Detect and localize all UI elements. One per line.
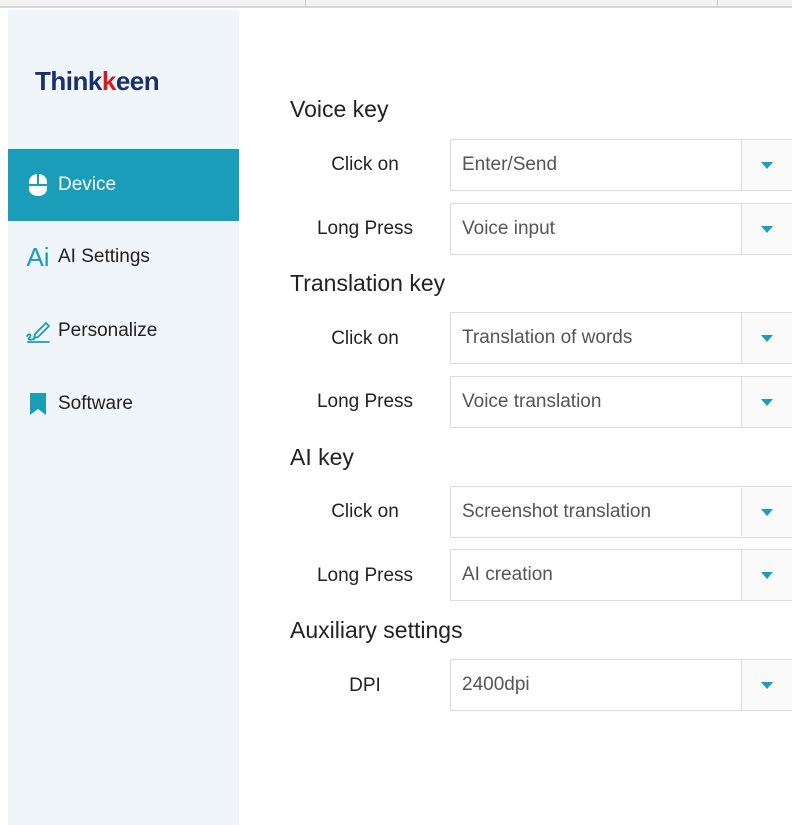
select-value: AI creation bbox=[462, 564, 553, 585]
voice-key-long-press-select[interactable]: Voice input bbox=[450, 203, 792, 255]
select-value: 2400dpi bbox=[462, 674, 530, 695]
sidebar-item-software[interactable]: Software bbox=[8, 368, 239, 440]
section-title-voice-key: Voice key bbox=[290, 96, 389, 122]
translation-key-click-select[interactable]: Translation of words bbox=[450, 312, 792, 364]
sidebar-item-ai-settings[interactable]: Ai AI Settings bbox=[8, 221, 239, 293]
row-label-long-press: Long Press bbox=[316, 391, 414, 412]
top-divider-tick bbox=[717, 0, 718, 8]
dropdown-button[interactable] bbox=[741, 377, 792, 427]
voice-key-click-select[interactable]: Enter/Send bbox=[450, 139, 792, 191]
row-label-click-on: Click on bbox=[331, 501, 399, 522]
caret-down-icon bbox=[761, 162, 773, 169]
row-label-long-press: Long Press bbox=[316, 565, 414, 586]
dropdown-button[interactable] bbox=[741, 487, 792, 537]
mouse-icon bbox=[24, 171, 52, 199]
sidebar-item-label: Personalize bbox=[58, 320, 158, 341]
sidebar-item-personalize[interactable]: Personalize bbox=[8, 295, 239, 367]
row-label-long-press: Long Press bbox=[316, 218, 414, 239]
sidebar-item-label: Device bbox=[58, 174, 117, 195]
bookmark-icon bbox=[24, 390, 52, 418]
caret-down-icon bbox=[761, 572, 773, 579]
row-label-click-on: Click on bbox=[331, 154, 399, 175]
sidebar-item-label: AI Settings bbox=[58, 246, 150, 267]
row-label-dpi: DPI bbox=[349, 675, 381, 696]
window-top-border bbox=[0, 0, 792, 8]
sidebar: Thinkkeen Device Ai AI Settings Personal… bbox=[8, 10, 239, 825]
caret-down-icon bbox=[761, 226, 773, 233]
dpi-select[interactable]: 2400dpi bbox=[450, 659, 792, 711]
select-value: Voice input bbox=[462, 218, 555, 239]
select-value: Screenshot translation bbox=[462, 501, 652, 522]
dropdown-button[interactable] bbox=[741, 660, 792, 710]
top-divider-tick bbox=[305, 0, 306, 8]
section-title-auxiliary-settings: Auxiliary settings bbox=[290, 617, 463, 643]
sidebar-item-device[interactable]: Device bbox=[8, 149, 239, 221]
translation-key-long-press-select[interactable]: Voice translation bbox=[450, 376, 792, 428]
ai-key-click-select[interactable]: Screenshot translation bbox=[450, 486, 792, 538]
caret-down-icon bbox=[761, 399, 773, 406]
select-value: Enter/Send bbox=[462, 154, 558, 175]
dropdown-button[interactable] bbox=[741, 550, 792, 600]
dropdown-button[interactable] bbox=[741, 204, 792, 254]
select-value: Voice translation bbox=[462, 391, 602, 412]
caret-down-icon bbox=[761, 682, 773, 689]
ai-key-long-press-select[interactable]: AI creation bbox=[450, 549, 792, 601]
caret-down-icon bbox=[761, 509, 773, 516]
pen-icon bbox=[24, 317, 52, 345]
dropdown-button[interactable] bbox=[741, 313, 792, 363]
row-label-click-on: Click on bbox=[331, 328, 399, 349]
sidebar-item-label: Software bbox=[58, 393, 133, 414]
section-title-translation-key: Translation key bbox=[290, 270, 446, 296]
ai-icon: Ai bbox=[26, 242, 50, 272]
dropdown-button[interactable] bbox=[741, 140, 792, 190]
caret-down-icon bbox=[761, 335, 773, 342]
select-value: Translation of words bbox=[462, 327, 633, 348]
thinkkeen-logo: Thinkkeen bbox=[35, 66, 160, 96]
section-title-ai-key: AI key bbox=[290, 444, 354, 470]
